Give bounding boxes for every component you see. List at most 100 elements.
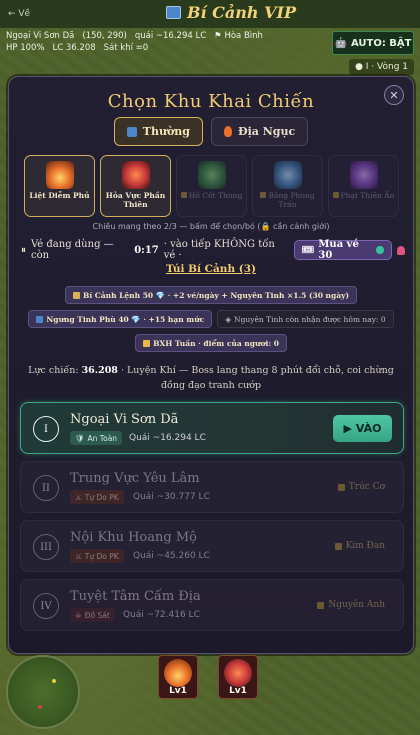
- enter-button[interactable]: ▶ VÀO: [333, 415, 392, 442]
- skill-slot-1[interactable]: Lv1: [158, 655, 198, 699]
- stats-line: HP 100% LC 36.208 Sát khí =0: [6, 43, 148, 53]
- region-name: Trung Vực Yêu Lâm: [70, 471, 200, 486]
- back-button[interactable]: ← Về: [8, 9, 30, 19]
- faction-status: ⚑ Hòa Bình: [214, 31, 263, 41]
- info-label: Nguyên Tinh còn nhận được hôm nay: 0: [234, 314, 386, 324]
- ticket-icon: 🎟: [301, 244, 315, 256]
- secret-bag-link[interactable]: Túi Bí Cảnh (3): [9, 263, 413, 275]
- trophy-icon: [143, 339, 151, 347]
- kill-value: Sát khí =0: [103, 43, 149, 53]
- skill-slot-2[interactable]: Lv1: [218, 655, 258, 699]
- region-power: Quái ~72.416 LC: [123, 610, 200, 620]
- power-value: 36.208: [81, 365, 118, 376]
- ticket-text-pre: Vé đang dùng — còn: [31, 239, 114, 261]
- ngung-tinh-phu-offer[interactable]: Ngưng Tinh Phù 40 💎 · +15 hạn mức: [28, 310, 213, 328]
- fire-icon: [224, 126, 232, 137]
- swords-icon: ⚔: [75, 492, 82, 502]
- page-title-text: Bí Cảnh VIP: [187, 3, 297, 22]
- region-power: Quái ~16.294 LC: [129, 433, 206, 443]
- lock-icon: [260, 192, 267, 198]
- bi-canh-lenh-offer[interactable]: Bí Cảnh Lệnh 50 💎 · +2 vé/ngày + Nguyên …: [64, 286, 358, 304]
- skill-card-label: Băng Phong Trấn: [253, 191, 322, 209]
- region-tag: 🛡 An Toàn: [70, 431, 123, 445]
- region-power: Quái ~30.777 LC: [133, 492, 210, 502]
- zone-select-modal: ✕ Chọn Khu Khai Chiến Thường Địa Ngục Li…: [8, 76, 414, 654]
- lock-icon: [180, 192, 187, 198]
- power-label: Lực chiến:: [28, 365, 79, 376]
- region-requirement: Trúc Cơ: [337, 482, 385, 492]
- minimap[interactable]: [6, 655, 80, 729]
- skill-card-label: Phạt Thiên Ấn: [329, 191, 398, 200]
- region-requirement: Nguyên Anh: [317, 600, 385, 610]
- skill-card-bang-phong-tran[interactable]: Băng Phong Trấn: [252, 155, 323, 217]
- fire-bird-skill-icon: [224, 659, 252, 687]
- skill-card-ho-cot-thung[interactable]: Hồ Cốt Thung: [176, 155, 247, 217]
- ticket-status: ⏸ Vé đang dùng — còn 0:17 · vào tiếp KHÔ…: [21, 239, 405, 261]
- skill-level: Lv1: [229, 686, 247, 696]
- skill-zone-list: Liệt Diễm Phủ Hỏa Vực Phần Thiên Hồ Cốt …: [24, 155, 399, 217]
- skull-icon: ☠: [75, 610, 82, 620]
- modal-title: Chọn Khu Khai Chiến: [107, 91, 315, 112]
- lock-icon: [332, 192, 339, 198]
- crystal-icon: [36, 315, 44, 323]
- region-requirement: Kim Đan: [334, 541, 385, 551]
- swords-icon: ⚔: [75, 551, 82, 561]
- region-name: Tuyệt Tâm Cấm Địa: [70, 589, 201, 604]
- daily-crystal-info: ◈ Nguyên Tinh còn nhận được hôm nay: 0: [217, 310, 394, 328]
- difficulty-tabs: Thường Địa Ngục: [9, 117, 413, 146]
- offer-label: Bí Cảnh Lệnh 50 💎 · +2 vé/ngày + Nguyên …: [82, 290, 350, 300]
- skill-level: Lv1: [169, 686, 187, 696]
- book-icon: [126, 126, 137, 137]
- ticket-time: 0:17: [134, 244, 159, 256]
- auto-toggle-label: AUTO: BẬT: [350, 37, 412, 49]
- flame-skill-icon: [164, 659, 192, 687]
- skill-card-hoa-vuc-phan-thien[interactable]: Hỏa Vực Phần Thiên: [100, 155, 171, 217]
- page-title: Bí Cảnh VIP: [166, 3, 296, 22]
- buy-ticket-label: Mua vé 30: [318, 239, 359, 261]
- buy-ticket-button[interactable]: 🎟 Mua vé 30: [293, 239, 392, 261]
- tab-normal-label: Thường: [142, 125, 190, 138]
- power-description: Lực chiến: 36.208 · Luyện Khí — Boss lan…: [23, 363, 399, 393]
- skill-card-phat-thien-an[interactable]: Phạt Thiên Ấn: [328, 155, 399, 217]
- round-indicator: ● I · Vòng 1: [349, 59, 414, 75]
- lock-icon: [334, 542, 342, 550]
- region-name: Ngoại Vi Sơn Dã: [70, 412, 179, 427]
- hp-value: HP 100%: [6, 43, 45, 53]
- rank-label: BXH Tuần · điểm của ngươi: 0: [153, 338, 279, 348]
- tab-hell[interactable]: Địa Ngục: [211, 117, 309, 146]
- lock-icon: [317, 601, 325, 609]
- skill-card-label: Liệt Diễm Phủ: [29, 191, 90, 200]
- region-number: I: [33, 416, 59, 442]
- robot-icon: 🤖: [334, 37, 347, 49]
- token-icon: [72, 291, 80, 299]
- skill-card-label: Hỏa Vực Phần Thiên: [105, 191, 166, 209]
- region-card-3[interactable]: III Nội Khu Hoang Mộ ⚔ Tự Do PK Quái ~45…: [20, 520, 404, 572]
- minimap-marker: [38, 705, 42, 709]
- bell-icon[interactable]: [396, 245, 405, 255]
- location-name: Ngoại Vi Sơn Dã: [6, 31, 75, 41]
- tab-normal[interactable]: Thường: [113, 117, 203, 146]
- skill-card-liet-diem-phu[interactable]: Liệt Diễm Phủ: [24, 155, 95, 217]
- seal-emblem-icon: [349, 161, 378, 189]
- skill-hint: Chiêu mang theo 2/3 — bấm để chọn/bỏ (🔒 …: [92, 222, 330, 231]
- book-icon: [166, 6, 181, 19]
- flame-emblem-icon: [45, 161, 74, 189]
- weekly-rank-button[interactable]: BXH Tuần · điểm của ngươi: 0: [135, 334, 287, 352]
- region-card-4[interactable]: IV Tuyệt Tâm Cấm Địa ☠ Đồ Sát Quái ~72.4…: [20, 579, 404, 631]
- region-number: II: [33, 475, 59, 501]
- shield-icon: 🛡: [75, 433, 85, 443]
- ticket-text-post: · vào tiếp KHÔNG tốn vé ·: [163, 239, 275, 261]
- auto-toggle-button[interactable]: 🤖 AUTO: BẬT: [332, 31, 414, 55]
- bone-emblem-icon: [197, 161, 226, 189]
- region-tag: ⚔ Tự Do PK: [70, 549, 124, 563]
- monster-power: quái ~16.294 LC: [134, 31, 207, 41]
- region-card-2[interactable]: II Trung Vực Yêu Lâm ⚔ Tự Do PK Quái ~30…: [20, 461, 404, 513]
- ice-emblem-icon: [273, 161, 302, 189]
- offer-row-2: Ngưng Tinh Phù 40 💎 · +15 hạn mức ◈ Nguy…: [9, 310, 413, 328]
- lock-icon: [337, 483, 345, 491]
- region-name: Nội Khu Hoang Mộ: [70, 530, 197, 545]
- region-card-1[interactable]: I Ngoại Vi Sơn Dã 🛡 An Toàn Quái ~16.294…: [20, 402, 404, 454]
- region-number: III: [33, 534, 59, 560]
- lc-value: LC 36.208: [52, 43, 96, 53]
- status-line: Ngoại Vi Sơn Dã (150, 290) quái ~16.294 …: [6, 31, 263, 41]
